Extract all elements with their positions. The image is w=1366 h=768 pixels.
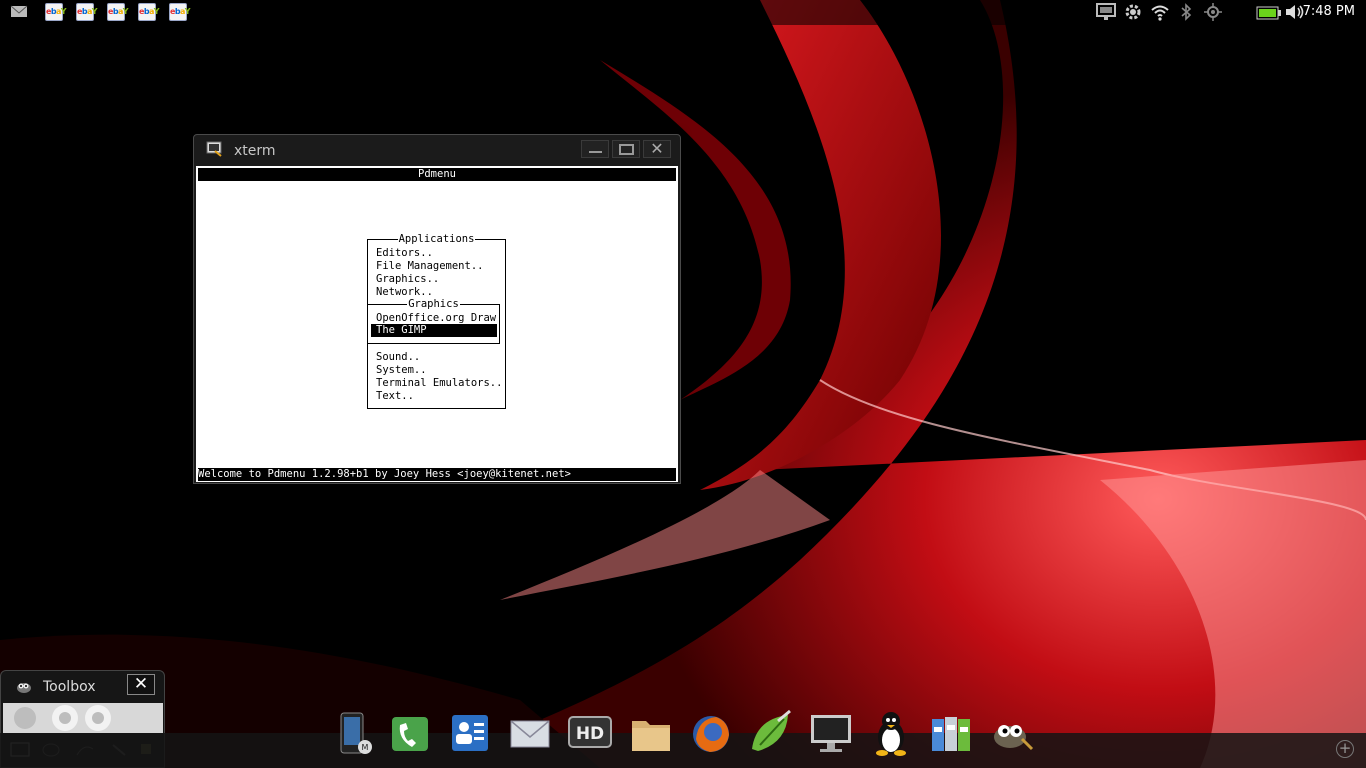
close-icon: ✕	[650, 139, 664, 158]
wifi-icon[interactable]	[1150, 3, 1170, 25]
applications-menu-title: Applications	[397, 233, 476, 245]
minimize-icon	[589, 151, 602, 153]
menu-item[interactable]: System..	[376, 364, 427, 377]
gimp-icon[interactable]	[988, 709, 1034, 759]
contacts-icon[interactable]	[446, 709, 492, 759]
hd-video-icon[interactable]: HD	[567, 709, 613, 759]
svg-text:M: M	[362, 743, 369, 752]
dock-bar	[0, 733, 1366, 768]
firefox-icon[interactable]	[688, 709, 734, 759]
xterm-window[interactable]: xterm ✕ Pdmenu Applications Editors.. Fi…	[193, 134, 681, 484]
notes-icon[interactable]	[748, 709, 794, 759]
maximize-icon	[619, 144, 634, 155]
menu-item[interactable]: Terminal Emulators..	[376, 377, 502, 390]
gear-icon[interactable]	[1124, 3, 1142, 25]
add-button[interactable]: +	[1336, 740, 1354, 758]
status-bar: ebaY ebaY ebaY ebaY ebaY 7:48 PM	[0, 0, 1366, 25]
graphics-menu-title: Graphics	[407, 298, 460, 310]
graphics-menu[interactable]: Graphics OpenOffice.org Draw The GIMP	[367, 298, 500, 344]
mail-icon[interactable]	[10, 3, 28, 23]
window-title: xterm	[234, 143, 276, 159]
menu-item-the-gimp-selected[interactable]: The GIMP	[371, 324, 497, 337]
linux-icon[interactable]	[868, 709, 914, 759]
toolbox-title: Toolbox	[43, 679, 96, 695]
toolbox-wilber-banner	[3, 703, 163, 733]
monitor-icon[interactable]	[1096, 3, 1116, 25]
ebay-icon[interactable]: ebaY	[169, 3, 191, 21]
menu-item[interactable]: Editors..	[376, 247, 433, 260]
close-button[interactable]: ✕	[643, 139, 671, 158]
phone-device-icon[interactable]: M	[331, 709, 377, 759]
terminal-area[interactable]: Pdmenu Applications Editors.. File Manag…	[196, 166, 678, 482]
maximize-button[interactable]	[612, 140, 640, 158]
email-icon[interactable]	[507, 709, 553, 759]
dialer-icon[interactable]	[386, 709, 432, 759]
hd-label: HD	[576, 724, 604, 744]
graphics-menu-title-wrap: Graphics	[368, 298, 499, 310]
ebay-icon[interactable]: ebaY	[138, 3, 160, 21]
ebay-icon[interactable]: ebaY	[107, 3, 129, 21]
menu-item[interactable]: Sound..	[376, 351, 420, 364]
pdmenu-status-line: Welcome to Pdmenu 1.2.98+b1 by Joey Hess…	[198, 468, 676, 481]
terminal-app-icon	[206, 141, 222, 161]
battery-icon[interactable]	[1256, 5, 1282, 24]
applications-menu-title-wrap: Applications	[368, 233, 505, 245]
menu-item[interactable]: Text..	[376, 390, 414, 403]
menu-item[interactable]: File Management..	[376, 260, 483, 273]
clock[interactable]: 7:48 PM	[1303, 4, 1355, 19]
bluetooth-icon[interactable]	[1180, 3, 1192, 25]
menu-item[interactable]: Graphics..	[376, 273, 439, 286]
desktop-icon[interactable]	[808, 709, 854, 759]
toolbox-close-button[interactable]: ✕	[127, 674, 155, 695]
ebay-icon[interactable]: ebaY	[76, 3, 98, 21]
minimize-button[interactable]	[581, 140, 609, 158]
pdmenu-header: Pdmenu	[198, 168, 676, 181]
gimp-icon	[15, 679, 33, 698]
gps-icon[interactable]	[1204, 3, 1222, 25]
ebay-icon[interactable]: ebaY	[45, 3, 67, 21]
file-manager-icon[interactable]	[928, 709, 974, 759]
files-icon[interactable]	[628, 709, 674, 759]
